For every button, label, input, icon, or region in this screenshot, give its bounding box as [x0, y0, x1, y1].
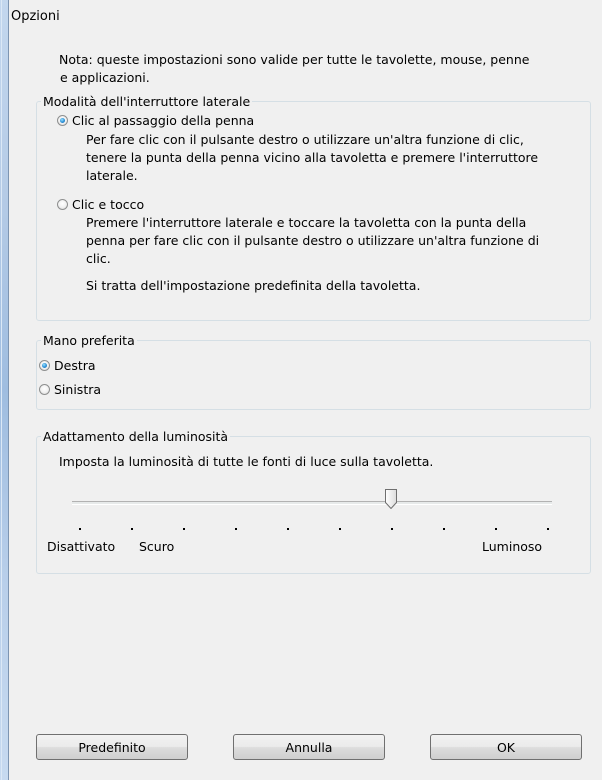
radio-click-touch[interactable]: Clic e tocco [57, 195, 144, 213]
brightness-label-dark: Scuro [139, 539, 175, 554]
brightness-tick [391, 528, 393, 530]
brightness-slider-thumb[interactable] [385, 489, 397, 509]
brightness-tick [339, 528, 341, 530]
ok-button[interactable]: OK [430, 734, 582, 760]
brightness-description: Imposta la luminosità di tutte le fonti … [59, 454, 434, 469]
default-button[interactable]: Predefinito [36, 734, 188, 760]
brightness-slider-track[interactable] [72, 501, 552, 505]
brightness-tick [443, 528, 445, 530]
brightness-tick [287, 528, 289, 530]
note-line-2: e applicazioni. [60, 70, 150, 85]
radio-right-hand[interactable]: Destra [39, 356, 96, 374]
note-text: Nota: queste impostazioni sono valide pe… [59, 51, 579, 87]
brightness-tick [131, 528, 133, 530]
brightness-legend: Adattamento della luminosità [41, 428, 231, 446]
handedness-group: Mano preferita [36, 332, 591, 410]
hover-click-desc-line-2: tenere la punta della penna vicino alla … [86, 150, 539, 165]
radio-right-hand-button[interactable] [39, 359, 50, 371]
click-touch-desc-line-3: clic. [86, 251, 111, 266]
radio-right-hand-label: Destra [54, 357, 96, 373]
title-bar: Opzioni [9, 0, 602, 35]
brightness-tick [495, 528, 497, 530]
frame-highlight [1, 0, 2, 780]
radio-hover-click[interactable]: Clic al passaggio della penna [57, 111, 254, 129]
click-touch-desc-line-2: penna per fare clic con il pulsante dest… [86, 233, 540, 248]
window-title: Opzioni [11, 9, 60, 24]
brightness-tick [547, 528, 549, 530]
hover-click-desc-line-1: Per fare clic con il pulsante destro o u… [86, 132, 524, 147]
brightness-label-off: Disattivato [47, 539, 116, 554]
radio-left-hand[interactable]: Sinistra [39, 380, 101, 398]
cancel-button[interactable]: Annulla [233, 734, 385, 760]
note-line-1: Nota: queste impostazioni sono valide pe… [59, 52, 530, 67]
click-touch-description: Premere l'interruttore laterale e toccar… [86, 214, 591, 268]
handedness-legend: Mano preferita [41, 332, 137, 350]
default-setting-note: Si tratta dell'impostazione predefinita … [86, 278, 421, 293]
radio-hover-click-label: Clic al passaggio della penna [72, 112, 255, 128]
radio-click-touch-label: Clic e tocco [72, 196, 145, 212]
radio-left-hand-button[interactable] [39, 383, 50, 395]
brightness-label-bright: Luminoso [482, 539, 543, 554]
brightness-tick [79, 528, 81, 530]
brightness-tick [183, 528, 185, 530]
radio-click-touch-button[interactable] [57, 198, 68, 210]
window-frame-left [0, 0, 9, 780]
side-switch-legend: Modalità dell'interruttore laterale [41, 93, 253, 111]
brightness-tick [235, 528, 237, 530]
hover-click-desc-line-3: laterale. [86, 168, 138, 183]
hover-click-description: Per fare clic con il pulsante destro o u… [86, 131, 586, 185]
radio-left-hand-label: Sinistra [54, 381, 102, 397]
radio-hover-click-button[interactable] [57, 114, 68, 126]
click-touch-desc-line-1: Premere l'interruttore laterale e toccar… [86, 215, 527, 230]
